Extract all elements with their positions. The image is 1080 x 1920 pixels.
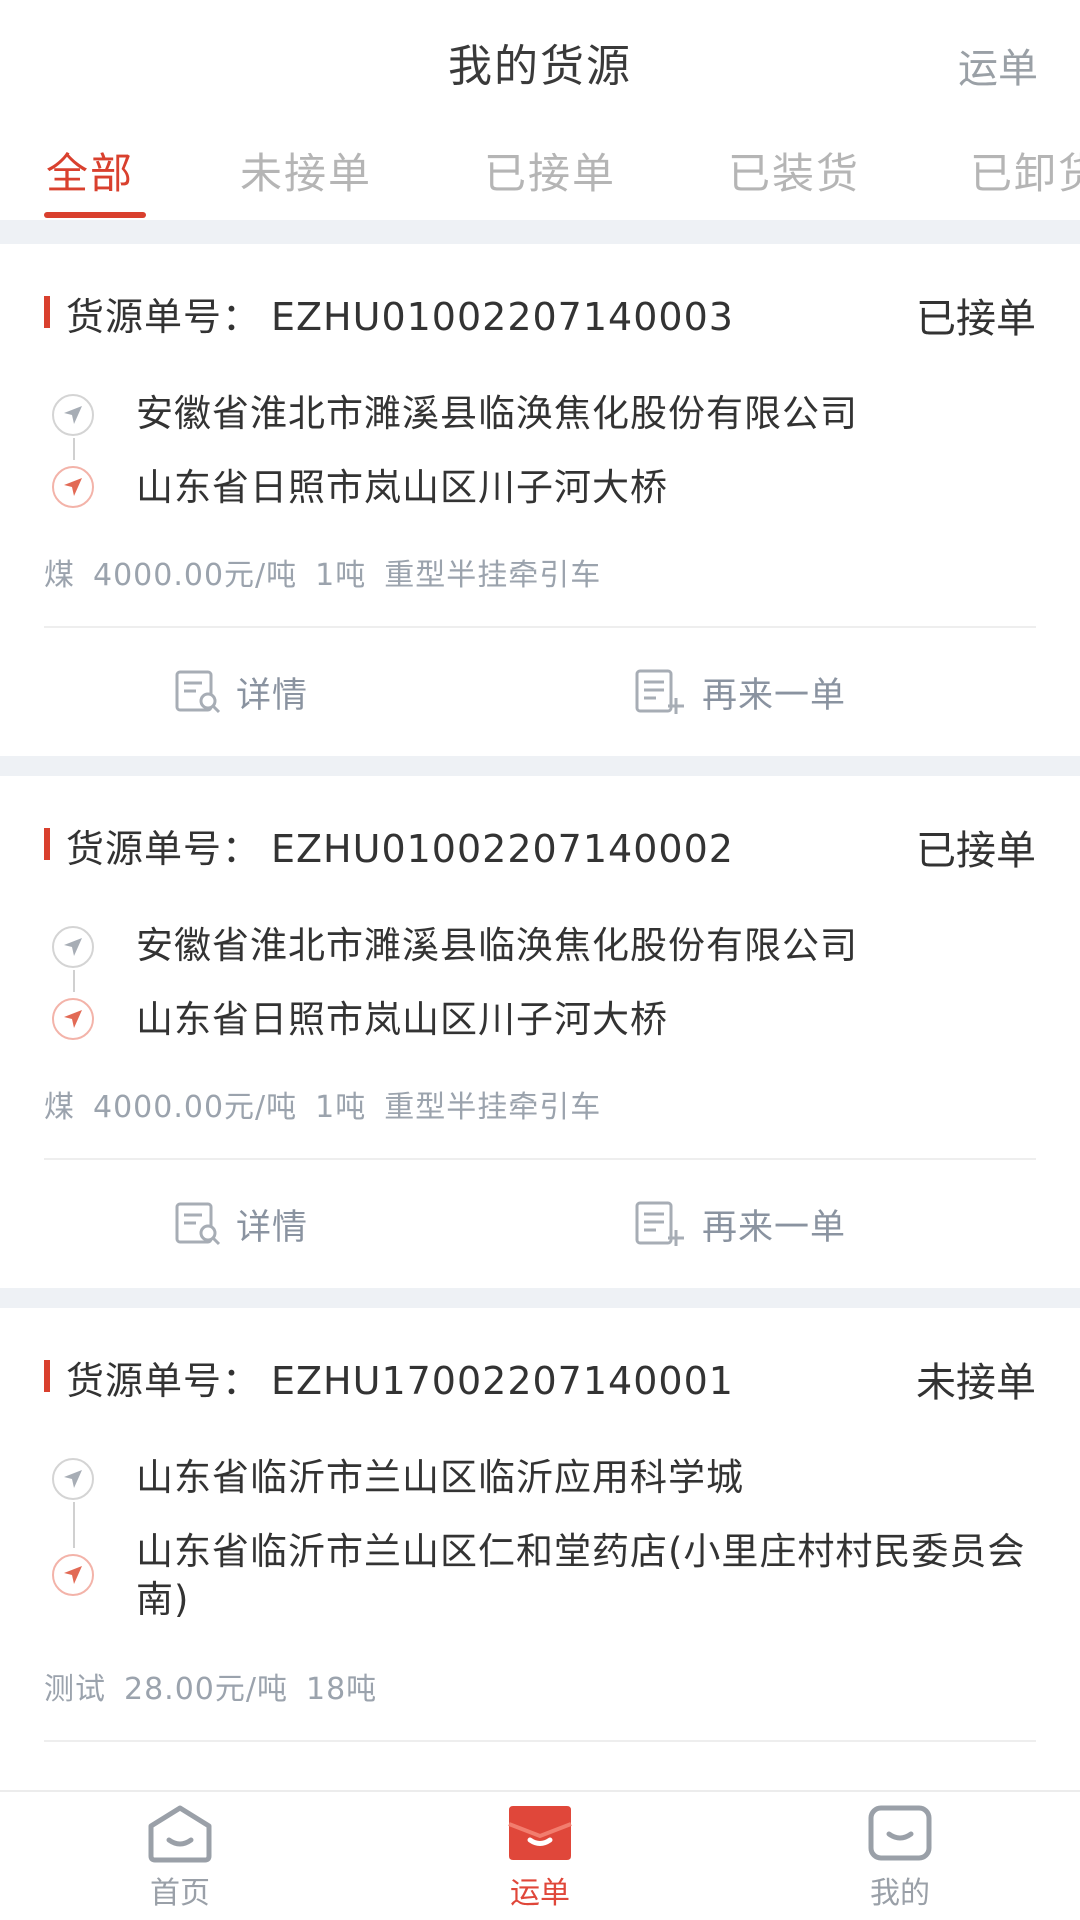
order-number: 货源单号： EZHU01002207140003: [66, 295, 734, 339]
order-number: 货源单号： EZHU01002207140002: [66, 827, 734, 871]
nav-profile[interactable]: 我的: [830, 1802, 970, 1912]
tab-unloaded[interactable]: 已卸货: [970, 140, 1080, 201]
detail-doc-icon: [175, 670, 221, 714]
waybill-icon: [508, 1806, 572, 1860]
nav-home[interactable]: 首页: [110, 1802, 250, 1912]
destination-pin-icon: [52, 998, 94, 1040]
card-header: 货源单号： EZHU01002207140002 已接单: [44, 818, 1036, 874]
unit-price: 4000.00元/吨: [93, 558, 298, 593]
unit-price: 28.00元/吨: [124, 1672, 288, 1707]
accent-bar: [44, 296, 50, 328]
route: 安徽省淮北市濉溪县临涣焦化股份有限公司 山东省日照市岚山区川子河大桥: [44, 386, 1036, 509]
weight: 18吨: [306, 1672, 378, 1707]
nav-waybill[interactable]: 运单: [470, 1802, 610, 1912]
divider: [44, 1158, 1036, 1160]
cargo-info: 煤 4000.00元/吨 1吨 重型半挂牵引车: [44, 550, 619, 594]
bottom-navigation: 首页 运单 我的: [0, 1790, 1080, 1920]
profile-icon: [868, 1805, 932, 1861]
section-gap: [0, 756, 1080, 776]
detail-button[interactable]: 详情: [174, 1184, 308, 1264]
status-tabs: 全部 未接单 已接单 已装货 已卸货: [0, 120, 1080, 220]
tab-loaded[interactable]: 已装货: [728, 140, 860, 201]
section-gap: [0, 220, 1080, 244]
active-tab-indicator: [44, 212, 146, 218]
cargo-info: 煤 4000.00元/吨 1吨 重型半挂牵引车: [44, 1082, 619, 1126]
accent-bar: [44, 828, 50, 860]
reorder-button[interactable]: 再来一单: [634, 1184, 846, 1264]
cargo-card[interactable]: 货源单号： EZHU01002207140002 已接单 安徽省淮北市濉溪县临涣焦…: [0, 776, 1080, 1288]
route-line: [73, 970, 75, 992]
origin-address: 山东省临沂市兰山区临沂应用科学城: [136, 1456, 744, 1499]
card-actions: 详情 再来一单: [0, 1184, 1080, 1264]
destination-pin-icon: [52, 466, 94, 508]
destination-address: 山东省临沂市兰山区仁和堂药店(小里庄村村民委员会南): [136, 1530, 1026, 1621]
reorder-button[interactable]: 再来一单: [634, 652, 846, 732]
section-gap: [0, 1288, 1080, 1308]
card-header: 货源单号： EZHU01002207140003 已接单: [44, 286, 1036, 342]
origin-address: 安徽省淮北市濉溪县临涣焦化股份有限公司: [136, 924, 858, 967]
goods-name: 测试: [44, 1672, 106, 1707]
cargo-card[interactable]: 货源单号： EZHU17002207140001 未接单 山东省临沂市兰山区临沂应…: [0, 1308, 1080, 1790]
route-line: [73, 1502, 75, 1548]
order-number: 货源单号： EZHU17002207140001: [66, 1359, 734, 1403]
tab-accepted[interactable]: 已接单: [484, 140, 616, 201]
cargo-info: 测试 28.00元/吨 18吨: [44, 1664, 395, 1708]
destination-pin-icon: [52, 1554, 94, 1596]
route: 山东省临沂市兰山区临沂应用科学城 山东省临沂市兰山区仁和堂药店(小里庄村村民委员…: [44, 1450, 1036, 1621]
page-title: 我的货源: [448, 41, 632, 92]
tab-not-accepted[interactable]: 未接单: [240, 140, 372, 201]
origin-pin-icon: [52, 394, 94, 436]
origin-address: 安徽省淮北市濉溪县临涣焦化股份有限公司: [136, 392, 858, 435]
status-badge: 未接单: [916, 1360, 1036, 1406]
route-line: [73, 438, 75, 460]
destination-address: 山东省日照市岚山区川子河大桥: [136, 998, 668, 1041]
origin-pin-icon: [52, 926, 94, 968]
divider: [44, 626, 1036, 628]
tab-all[interactable]: 全部: [46, 140, 134, 201]
destination-address: 山东省日照市岚山区川子河大桥: [136, 466, 668, 509]
reorder-doc-icon: [635, 1201, 684, 1246]
cargo-card[interactable]: 货源单号： EZHU01002207140003 已接单 安徽省淮北市濉溪县临涣焦…: [0, 244, 1080, 756]
vehicle-type: 重型半挂牵引车: [384, 558, 602, 593]
card-header: 货源单号： EZHU17002207140001 未接单: [44, 1350, 1036, 1406]
card-actions: 详情 再来一单: [0, 652, 1080, 732]
route: 安徽省淮北市濉溪县临涣焦化股份有限公司 山东省日照市岚山区川子河大桥: [44, 918, 1036, 1041]
home-icon: [148, 1805, 212, 1863]
detail-button[interactable]: 详情: [174, 652, 308, 732]
status-badge: 已接单: [916, 296, 1036, 342]
detail-doc-icon: [175, 1202, 221, 1246]
status-badge: 已接单: [916, 828, 1036, 874]
reorder-doc-icon: [635, 669, 684, 714]
vehicle-type: 重型半挂牵引车: [384, 1090, 602, 1125]
waybill-link[interactable]: 运单: [958, 36, 1038, 94]
weight: 1吨: [315, 558, 367, 593]
origin-pin-icon: [52, 1458, 94, 1500]
goods-name: 煤: [44, 558, 75, 593]
divider: [44, 1740, 1036, 1742]
goods-name: 煤: [44, 1090, 75, 1125]
weight: 1吨: [315, 1090, 367, 1125]
accent-bar: [44, 1360, 50, 1392]
unit-price: 4000.00元/吨: [93, 1090, 298, 1125]
top-bar: 我的货源 运单: [0, 0, 1080, 120]
